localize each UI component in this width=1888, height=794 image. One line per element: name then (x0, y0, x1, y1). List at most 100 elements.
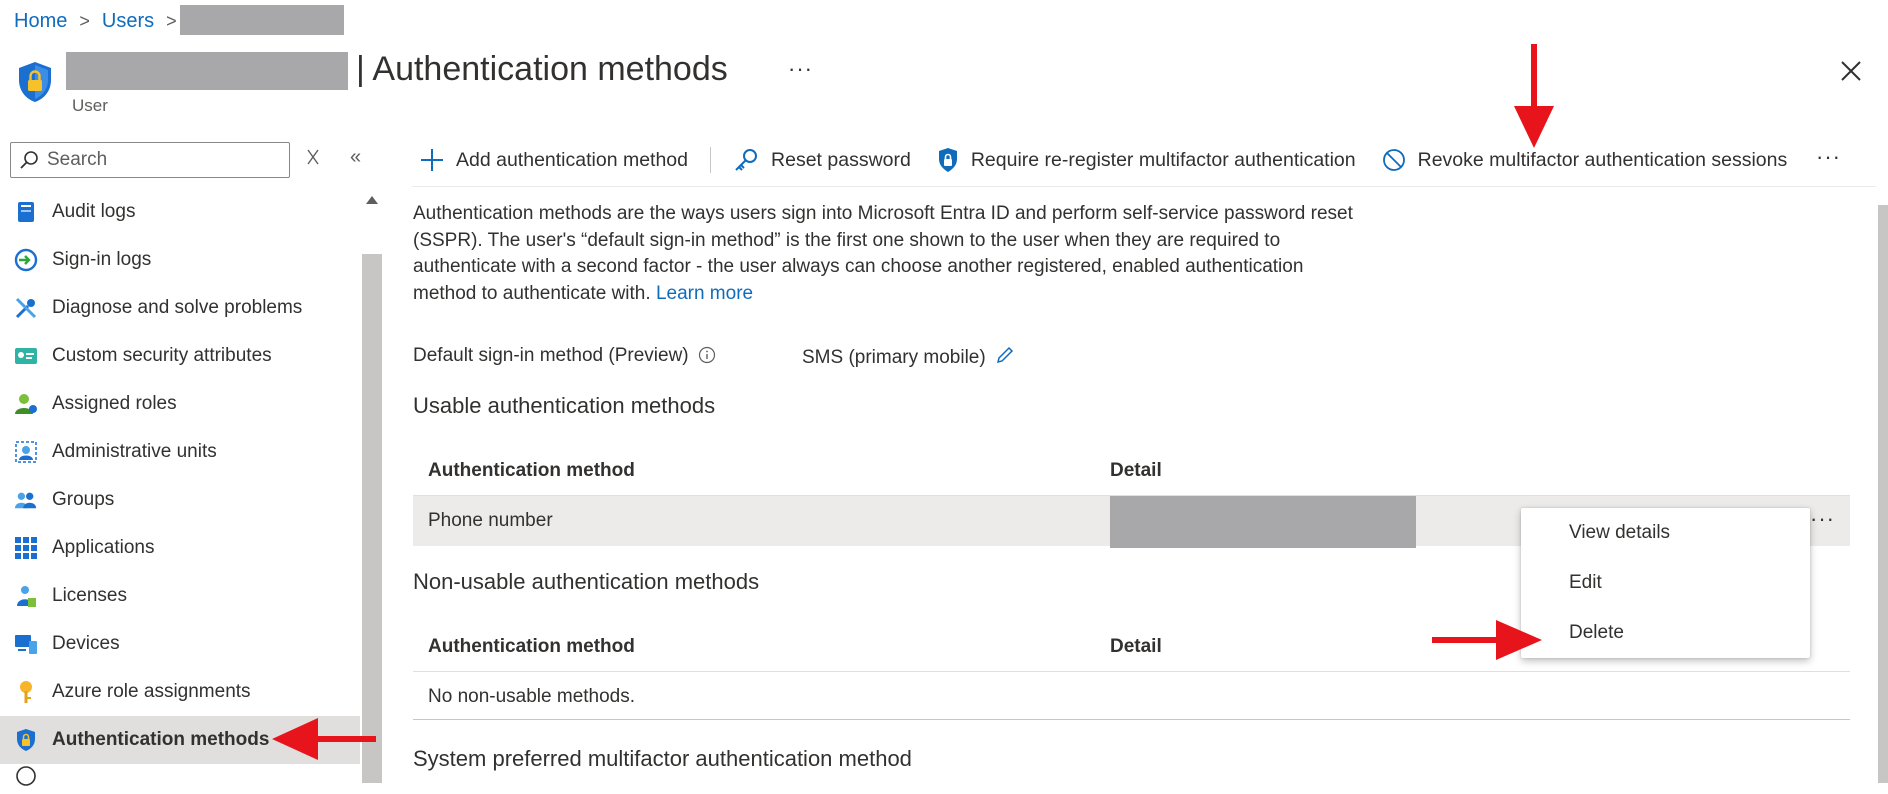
sign-in-logs-icon (14, 248, 38, 272)
add-authentication-method-button[interactable]: Add authentication method (420, 148, 688, 172)
edit-pencil-icon[interactable] (995, 345, 1015, 365)
row-context-menu: View details Edit Delete (1521, 508, 1810, 658)
collapse-nav-icon[interactable]: « (350, 146, 361, 169)
toolbar-separator (710, 147, 712, 173)
row-more-button[interactable]: ··· (1810, 506, 1835, 532)
groups-icon (14, 488, 38, 512)
security-attributes-icon (14, 344, 38, 368)
sidebar-item-label: Licenses (52, 585, 127, 606)
require-reregister-mfa-label: Require re-register multifactor authenti… (970, 148, 1356, 171)
menu-item-edit[interactable]: Edit (1521, 558, 1810, 608)
applications-grid-icon (14, 536, 38, 560)
audit-logs-icon (14, 200, 38, 224)
sidebar-item-label: Devices (52, 633, 120, 654)
shield-lock-icon (937, 147, 959, 173)
licenses-icon (14, 584, 38, 608)
redacted-phone-number (1110, 496, 1416, 548)
scroll-up-icon[interactable] (366, 196, 378, 204)
description-body: Authentication methods are the ways user… (413, 203, 1353, 304)
annotation-arrow-left (272, 718, 376, 760)
sidebar-item-label: Diagnose and solve problems (52, 297, 303, 318)
learn-more-link[interactable]: Learn more (656, 283, 753, 304)
description-text: Authentication methods are the ways user… (413, 201, 1353, 307)
non-usable-methods-heading: Non-usable authentication methods (413, 569, 760, 594)
sidebar-item-label: Sign-in logs (52, 249, 152, 270)
key-icon (14, 680, 38, 704)
add-authentication-method-label: Add authentication method (456, 148, 689, 171)
sidebar-item-label: Azure role assignments (52, 681, 251, 702)
table-row: No non-usable methods. (413, 672, 1850, 722)
close-icon[interactable] (1836, 56, 1866, 86)
column-header-method: Authentication method (428, 459, 635, 481)
menu-item-view-details[interactable]: View details (1521, 508, 1810, 558)
sidebar-item-label: Applications (52, 537, 155, 558)
search-placeholder: Search (47, 149, 108, 170)
key-icon (733, 147, 759, 173)
column-header-detail: Detail (1110, 635, 1162, 657)
partial-item-icon (14, 764, 38, 788)
breadcrumb-home-link[interactable]: Home (14, 10, 67, 33)
revoke-mfa-sessions-label: Revoke multifactor authentication sessio… (1417, 148, 1788, 171)
revoke-mfa-sessions-button[interactable]: Revoke multifactor authentication sessio… (1382, 148, 1788, 172)
section-divider (413, 719, 1850, 720)
system-preferred-mfa-heading: System preferred multifactor authenticat… (413, 746, 912, 771)
sidebar-item-azure-role-assignments[interactable]: Azure role assignments (0, 668, 360, 716)
sidebar-item-sign-in-logs[interactable]: Sign-in logs (0, 236, 360, 284)
search-icon (20, 151, 38, 169)
page-subtitle: User (72, 96, 108, 115)
sidebar-item-label: Groups (52, 489, 115, 510)
devices-icon (14, 632, 38, 656)
sidebar-nav: Audit logs Sign-in logs Diagnose and sol… (0, 188, 360, 794)
toolbar-more-button[interactable]: ··· (1816, 144, 1841, 170)
menu-item-delete[interactable]: Delete (1521, 608, 1810, 658)
sidebar-item-diagnose[interactable]: Diagnose and solve problems (0, 284, 360, 332)
sidebar-item-label: Audit logs (52, 201, 136, 222)
redacted-username-title (66, 52, 348, 90)
sidebar-item-label: Custom security attributes (52, 345, 272, 366)
sidebar-item-administrative-units[interactable]: Administrative units (0, 428, 360, 476)
info-icon[interactable] (698, 346, 716, 364)
breadcrumb: Home > Users > (14, 8, 189, 34)
assigned-roles-icon (14, 392, 38, 416)
usable-methods-heading: Usable authentication methods (413, 393, 716, 418)
content-scrollbar-thumb[interactable] (1878, 205, 1888, 783)
annotation-arrow-right (1432, 620, 1542, 660)
method-cell: Phone number (428, 510, 553, 531)
sidebar-item-licenses[interactable]: Licenses (0, 572, 360, 620)
sidebar-item-groups[interactable]: Groups (0, 476, 360, 524)
table-header-row: Authentication method Detail (413, 446, 1850, 496)
plus-icon (420, 148, 444, 172)
sidebar-item-label: Authentication methods (52, 729, 270, 750)
nav-scrollbar-thumb[interactable] (362, 254, 382, 783)
clear-filter-icon[interactable] (306, 148, 320, 171)
annotation-arrow-down (1514, 44, 1554, 148)
sidebar-item-label: Assigned roles (52, 393, 177, 414)
page-title: | Authentication methods (356, 50, 728, 88)
breadcrumb-users-link[interactable]: Users (102, 10, 154, 33)
require-reregister-mfa-button[interactable]: Require re-register multifactor authenti… (937, 147, 1356, 173)
sidebar-item-applications[interactable]: Applications (0, 524, 360, 572)
wrench-icon (14, 296, 38, 320)
title-more-button[interactable]: ··· (788, 56, 813, 82)
sidebar-item-custom-security-attributes[interactable]: Custom security attributes (0, 332, 360, 380)
command-bar: Add authentication method Reset password… (420, 142, 1813, 178)
chevron-right-icon: > (166, 10, 177, 31)
reset-password-button[interactable]: Reset password (733, 147, 911, 173)
empty-state-text: No non-usable methods. (428, 686, 636, 707)
redacted-username-breadcrumb (180, 5, 344, 35)
chevron-right-icon: > (79, 10, 90, 31)
administrative-units-icon (14, 440, 38, 464)
sidebar-item-next-partial[interactable] (0, 764, 360, 794)
shield-lock-icon (16, 60, 54, 104)
nav-search-input[interactable]: Search (10, 142, 290, 178)
sidebar-item-audit-logs[interactable]: Audit logs (0, 188, 360, 236)
default-sign-in-method-value: SMS (primary mobile) (802, 345, 1015, 369)
toolbar-divider (412, 186, 1876, 187)
sidebar-item-label: Administrative units (52, 441, 217, 462)
block-icon (1382, 148, 1406, 172)
default-sign-in-value-text: SMS (primary mobile) (802, 347, 986, 368)
sidebar-item-assigned-roles[interactable]: Assigned roles (0, 380, 360, 428)
default-sign-in-label-text: Default sign-in method (Preview) (413, 345, 689, 366)
column-header-detail: Detail (1110, 459, 1162, 481)
sidebar-item-devices[interactable]: Devices (0, 620, 360, 668)
